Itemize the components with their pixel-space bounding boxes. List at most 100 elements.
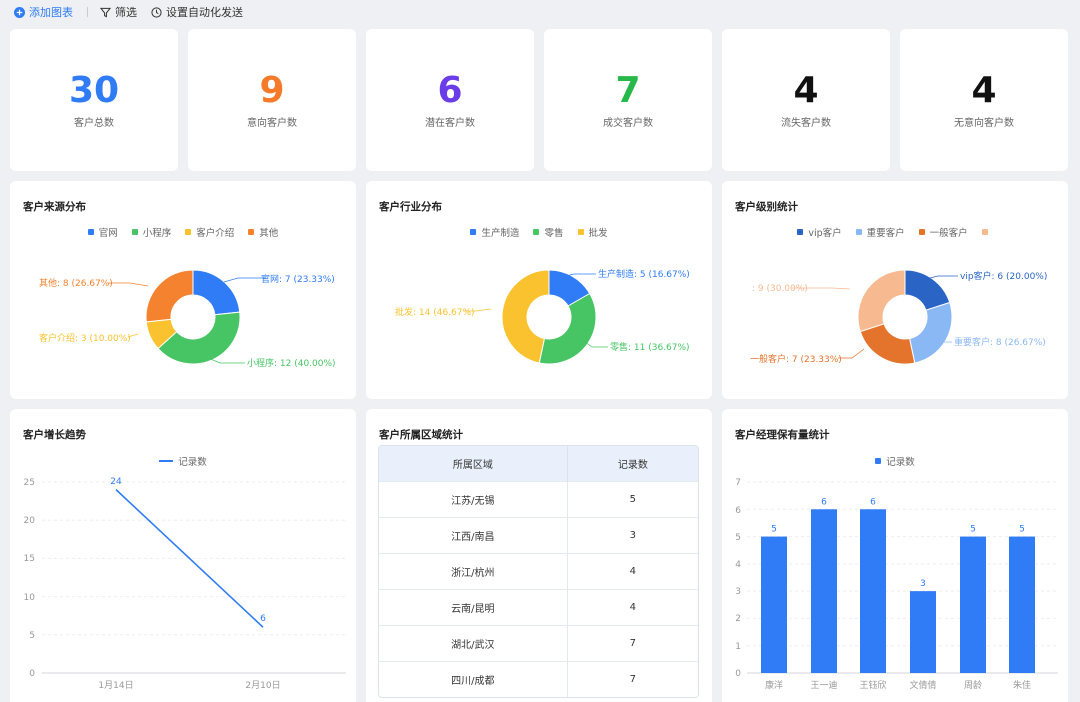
filter-icon [100,7,111,17]
slice-label: 零售: 11 (36.67%) [610,341,690,353]
donut-slice[interactable] [501,269,550,364]
bar-value-label: 6 [870,497,876,507]
stat-label: 成交客户数 [603,117,653,129]
x-tick-label: 周龄 [964,679,982,691]
donut-slice[interactable] [857,269,906,333]
filter-label: 筛选 [115,6,137,19]
stat-card-potential: 6 潜在客户数 [366,29,534,171]
x-tick-label: 朱佳 [1013,679,1031,691]
x-tick-label: 文倩倩 [909,679,936,691]
bar[interactable] [910,591,936,673]
slice-label: 批发: 14 (46.67%) [395,306,475,318]
stat-card-lost: 4 流失客户数 [722,29,890,171]
stat-value: 4 [793,69,819,111]
table-header[interactable]: 所属区域 [379,446,568,481]
trend-line-chart: 0 5 10 15 20 25 1月14日 2月10日 24 6 [24,477,346,691]
table-cell: 江苏/无锡 [379,480,568,517]
slice-label: 其他: 8 (26.67%) [39,277,113,289]
bar[interactable] [761,536,787,673]
y-tick-label: 7 [735,478,741,488]
table-cell: 4 [567,588,698,625]
stat-label: 流失客户数 [781,117,831,129]
table-row: 云南/昆明 4 [379,588,698,625]
slice-label: : 9 (30.00%) [752,284,808,294]
table-row: 湖北/武汉 7 [379,624,698,661]
table-header[interactable]: 记录数 [567,446,698,481]
table-cell: 湖北/武汉 [379,624,568,661]
stat-value: 4 [971,69,997,111]
toolbar: 添加图表 筛选 设置自动化发送 [0,0,1080,24]
point-label: 24 [110,477,122,487]
bar-value-label: 5 [771,525,777,535]
clock-icon [151,6,162,18]
bar[interactable] [1009,536,1035,673]
y-tick-label: 5 [735,533,741,543]
region-table: 所属区域 记录数 江苏/无锡 5 江西/南昌 3 浙江/杭州 4 云南/昆明 4 湖北/… [378,445,699,698]
y-tick-label: 1 [735,642,741,652]
x-tick-label: 王钰欣 [859,679,886,691]
y-tick-label: 20 [24,516,36,526]
table-cell: 3 [567,516,698,553]
add-chart-label: 添加图表 [29,6,73,19]
bar-value-label: 5 [1019,525,1025,535]
source-donut-chart: 官网: 7 (23.33%) 小程序: 12 (40.00%) 客户介绍: 3 … [39,269,336,369]
stat-label: 潜在客户数 [425,117,475,129]
table-cell: 4 [567,552,698,589]
stat-card-total: 30 客户总数 [10,29,178,171]
stat-label: 无意向客户数 [954,117,1014,129]
bar-value-label: 6 [821,497,827,507]
level-donut-chart: vip客户: 6 (20.00%) 重要客户: 8 (26.67%) 一般客户:… [750,269,1047,365]
table-row: 四川/成都 7 [379,660,698,697]
trend-chart-card: 客户增长趋势 记录数 0 5 10 15 20 25 1月14日 2月10日 2… [10,409,356,702]
auto-send-button[interactable]: 设置自动化发送 [151,4,243,20]
stat-label: 意向客户数 [247,117,297,129]
slice-label: 生产制造: 5 (16.67%) [598,268,690,280]
auto-send-label: 设置自动化发送 [166,6,243,19]
slice-label: 小程序: 12 (40.00%) [247,357,336,369]
stat-value: 7 [615,69,641,111]
manager-bar-chart: 0 1 2 3 4 5 6 7 康洋 王一迪 王钰欣 文倩倩 周龄 朱佳 5 6 6… [735,478,1058,691]
filter-button[interactable]: 筛选 [100,4,137,20]
table-row: 浙江/杭州 4 [379,552,698,589]
level-chart-card: 客户级别统计 vip客户 重要客户 一般客户 vip客户: 6 (20.00%)… [722,181,1068,399]
y-tick-label: 25 [24,478,35,488]
table-cell: 云南/昆明 [379,588,568,625]
industry-chart-card: 客户行业分布 生产制造 零售 批发 生产制造: 5 (16.67%) 零售: 1… [366,181,712,399]
plus-circle-icon [14,6,25,18]
table-cell: 5 [567,480,698,517]
y-tick-label: 6 [735,506,741,516]
leader-line [108,282,149,287]
manager-chart-card: 客户经理保有量统计 记录数 0 1 2 3 4 5 6 7 康洋 王一迪 王钰欣… [722,409,1068,702]
stat-value: 30 [68,69,120,111]
leader-line [838,348,865,359]
table-row: 江西/南昌 3 [379,516,698,553]
y-tick-label: 10 [24,593,36,603]
bar[interactable] [860,509,886,673]
table-cell: 7 [567,624,698,661]
slice-label: 重要客户: 8 (26.67%) [954,336,1046,348]
donut-slice[interactable] [859,323,916,365]
y-tick-label: 4 [735,560,741,570]
x-tick-label: 2月10日 [245,680,280,691]
donut-slice[interactable] [908,301,953,364]
table-cell: 四川/成都 [379,660,568,697]
stat-label: 客户总数 [74,117,114,129]
bar-value-label: 5 [970,525,976,535]
y-tick-label: 3 [735,587,741,597]
stat-card-deal: 7 成交客户数 [544,29,712,171]
donut-slice[interactable] [192,269,241,316]
add-chart-button[interactable]: 添加图表 [14,4,73,20]
toolbar-divider [87,7,88,17]
bar[interactable] [811,509,837,673]
table-cell: 7 [567,660,698,697]
table-cell: 浙江/杭州 [379,552,568,589]
slice-label: 客户介绍: 3 (10.00%) [39,332,131,344]
x-tick-label: 1月14日 [98,680,133,691]
bar[interactable] [960,536,986,673]
stat-value: 9 [259,69,285,111]
region-table-card: 客户所属区域统计 所属区域 记录数 江苏/无锡 5 江西/南昌 3 浙江/杭州 4 云… [366,409,712,702]
table-cell: 江西/南昌 [379,516,568,553]
donut-slice[interactable] [145,269,194,323]
stat-value: 6 [437,69,463,111]
leader-line [223,277,266,283]
